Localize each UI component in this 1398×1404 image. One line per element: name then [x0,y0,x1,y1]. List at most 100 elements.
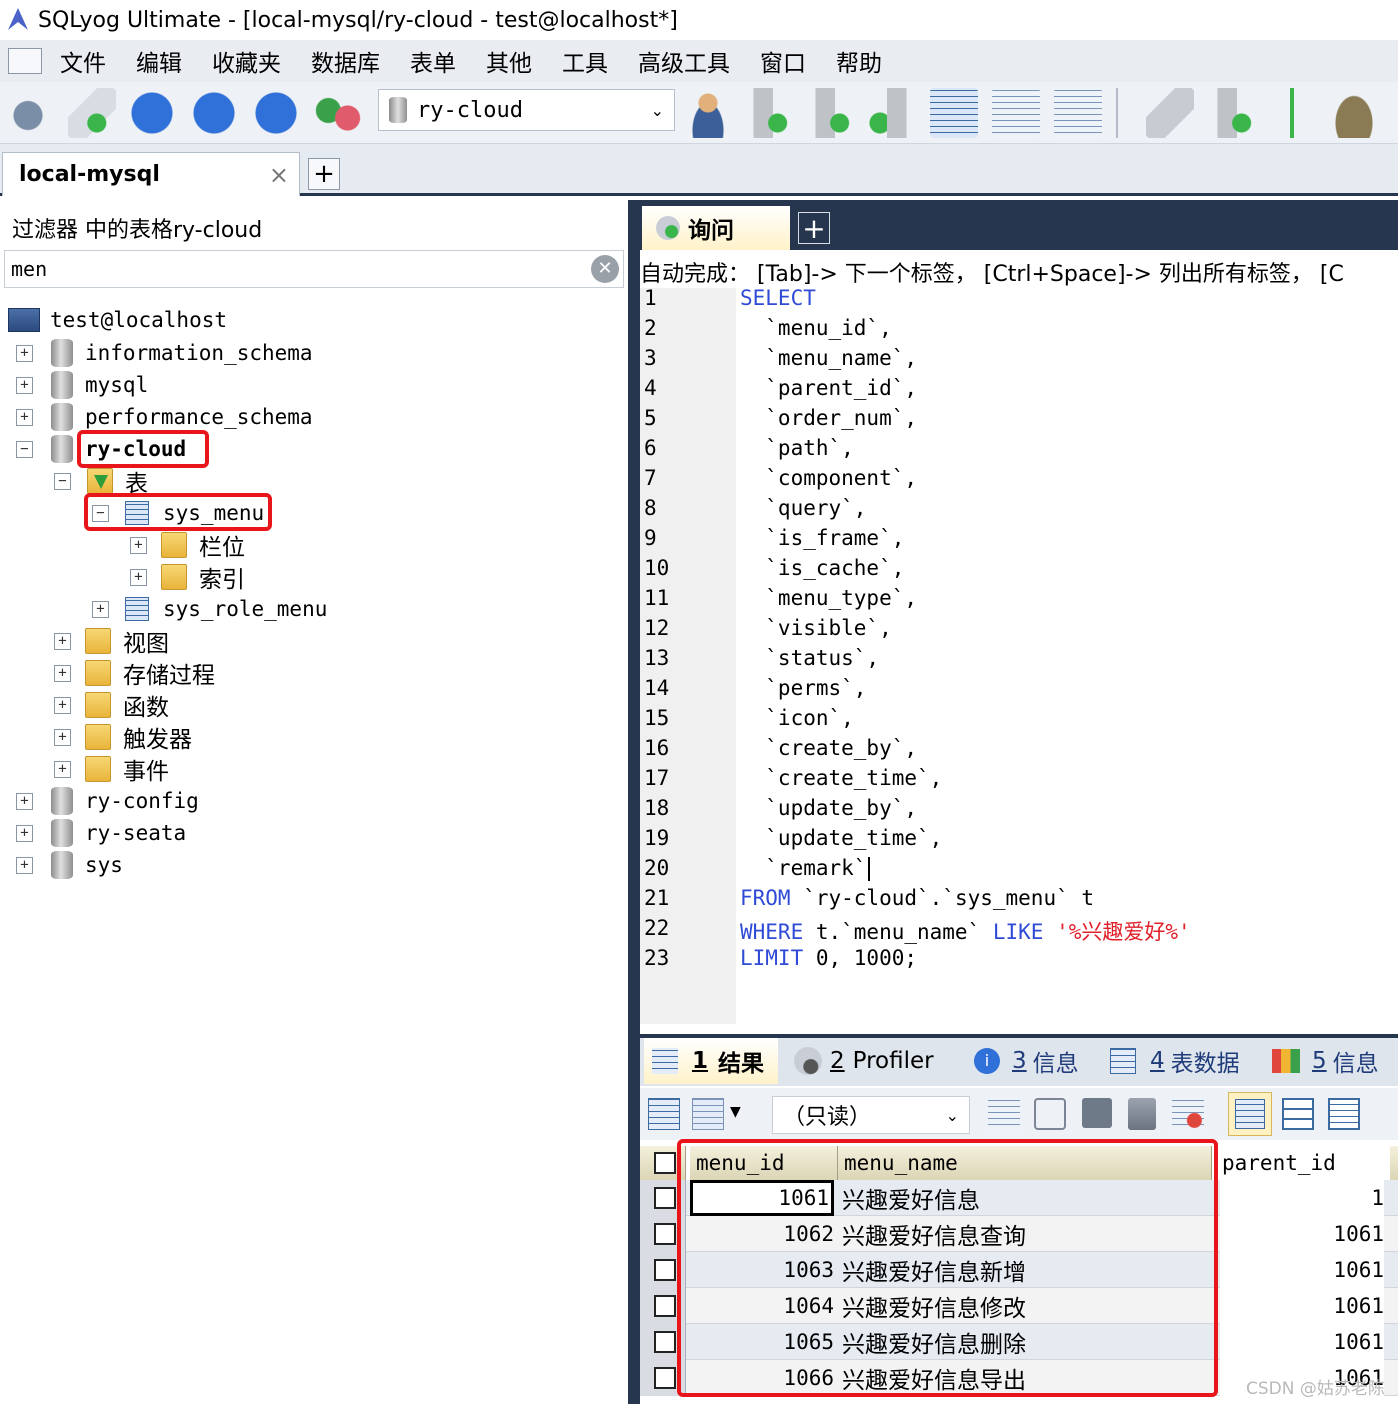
menu-help[interactable]: 帮助 [836,44,882,78]
expand-icon[interactable]: + [16,856,33,874]
row-checkbox[interactable] [654,1295,676,1317]
expand-icon[interactable]: + [92,600,109,618]
close-icon[interactable]: × [269,161,289,189]
menu-window[interactable]: 窗口 [760,44,806,78]
duplicate-row-icon[interactable] [1034,1098,1066,1130]
result-tab-2[interactable]: 2 Profiler [790,1038,960,1084]
table-data-icon[interactable] [992,88,1040,138]
tree-procedures-folder[interactable]: + 存储过程 [54,657,215,689]
result-tab-1[interactable]: 1 结果 [644,1038,778,1084]
tree-events-folder[interactable]: + 事件 [54,753,169,785]
cell-parent-id[interactable]: 1061 [1220,1252,1384,1288]
expand-icon[interactable]: + [54,696,71,714]
tree-functions-folder[interactable]: + 函数 [54,689,169,721]
tree-db-ry-seata[interactable]: + ry-seata [16,817,186,849]
expand-icon[interactable]: + [54,664,71,682]
export-result-icon[interactable] [648,1098,680,1130]
sync-database-icon[interactable] [1208,88,1256,138]
menu-table[interactable]: 表单 [410,44,456,78]
save-icon[interactable] [1082,1098,1112,1128]
menu-database[interactable]: 数据库 [311,44,380,78]
row-checkbox[interactable] [654,1259,676,1281]
menu-edit[interactable]: 编辑 [136,44,182,78]
database-selector[interactable]: ry-cloud ⌄ [378,89,675,131]
result-tab-number: 4 [1150,1048,1165,1074]
filter-input[interactable]: men ✕ [4,250,624,288]
execute-edit-icon[interactable] [252,88,300,138]
row-checkbox[interactable] [654,1223,676,1245]
result-mode-select[interactable]: （只读） ⌄ [772,1096,970,1134]
tree-db-performance-schema[interactable]: + performance_schema [16,401,313,433]
query-tab[interactable]: 询问 [642,206,790,250]
schema-designer-icon[interactable] [314,88,362,138]
profiler-icon [794,1047,822,1075]
menu-file[interactable]: 文件 [60,44,106,78]
expand-icon[interactable]: + [16,344,33,362]
execute-query-icon[interactable] [128,88,176,138]
column-header-parent-id[interactable]: parent_id [1216,1146,1390,1180]
cell-parent-id[interactable]: 1061 [1220,1324,1384,1360]
check-icon[interactable] [1146,88,1194,138]
migration-icon[interactable] [1330,88,1378,138]
expand-icon[interactable]: + [16,408,33,426]
copy-result-dropdown-icon[interactable]: ▼ [730,1104,741,1120]
compare-icon[interactable] [1268,88,1316,138]
menu-advanced-tools[interactable]: 高级工具 [638,44,730,78]
restore-database-icon[interactable] [806,88,854,138]
collapse-icon[interactable]: − [54,472,71,490]
add-connection-tab-button[interactable]: + [308,158,340,190]
tree-triggers-folder[interactable]: + 触发器 [54,721,192,753]
expand-icon[interactable]: + [130,536,147,554]
menu-other[interactable]: 其他 [486,44,532,78]
tree-table-sys-role-menu[interactable]: + sys_role_menu [92,593,327,625]
new-query-icon[interactable] [68,88,116,138]
tree-db-ry-config[interactable]: + ry-config [16,785,199,817]
tree-db-information-schema[interactable]: + information_schema [16,337,313,369]
tree-db-sys[interactable]: + sys [16,849,123,881]
expand-icon[interactable]: + [54,632,71,650]
new-connection-icon[interactable] [4,88,52,138]
cell-parent-id[interactable]: 1 [1220,1180,1384,1216]
user-manager-icon[interactable] [684,88,732,138]
expand-icon[interactable]: + [16,376,33,394]
tree-indexes-folder[interactable]: + 索引 [130,561,245,593]
expand-icon[interactable]: + [16,792,33,810]
expand-icon[interactable]: + [130,568,147,586]
select-all-checkbox[interactable] [654,1152,676,1174]
collapse-icon[interactable]: − [16,440,33,458]
copy-result-icon[interactable] [692,1098,724,1130]
delete-icon[interactable] [1128,1098,1156,1130]
execute-all-icon[interactable] [190,88,238,138]
import-icon[interactable] [868,88,916,138]
expand-icon[interactable]: + [54,760,71,778]
tree-views-folder[interactable]: + 视图 [54,625,169,657]
menu-favorites[interactable]: 收藏夹 [212,44,281,78]
backup-database-icon[interactable] [744,88,792,138]
form-view-icon[interactable] [1282,1098,1314,1130]
cancel-changes-icon[interactable] [1172,1098,1204,1130]
connection-tab[interactable]: local-mysql × [2,152,300,196]
row-checkbox[interactable] [654,1187,676,1209]
row-checkbox[interactable] [654,1331,676,1353]
result-tab-4[interactable]: 4 表数据 [1110,1038,1258,1084]
cell-parent-id[interactable]: 1061 [1220,1216,1384,1252]
clear-filter-icon[interactable]: ✕ [591,255,619,283]
export-icon[interactable] [930,88,978,138]
text-view-icon[interactable] [1328,1098,1360,1130]
table-lock-icon[interactable] [1054,88,1102,138]
add-query-tab-button[interactable]: + [798,212,830,245]
code-line: `parent_id`, [740,376,917,400]
expand-icon[interactable]: + [54,728,71,746]
result-tab-5[interactable]: 5 信息 [1272,1038,1398,1084]
menu-tools[interactable]: 工具 [562,44,608,78]
tree-host[interactable]: test@localhost [8,304,227,336]
tree-db-mysql[interactable]: + mysql [16,369,148,401]
tree-columns-folder[interactable]: + 栏位 [130,529,245,561]
add-row-icon[interactable] [988,1098,1020,1130]
grid-view-button[interactable] [1228,1092,1272,1136]
row-checkbox[interactable] [654,1367,676,1389]
pane-splitter[interactable] [628,200,640,1404]
result-tab-3[interactable]: i 3 信息 [974,1038,1098,1084]
cell-parent-id[interactable]: 1061 [1220,1288,1384,1324]
expand-icon[interactable]: + [16,824,33,842]
